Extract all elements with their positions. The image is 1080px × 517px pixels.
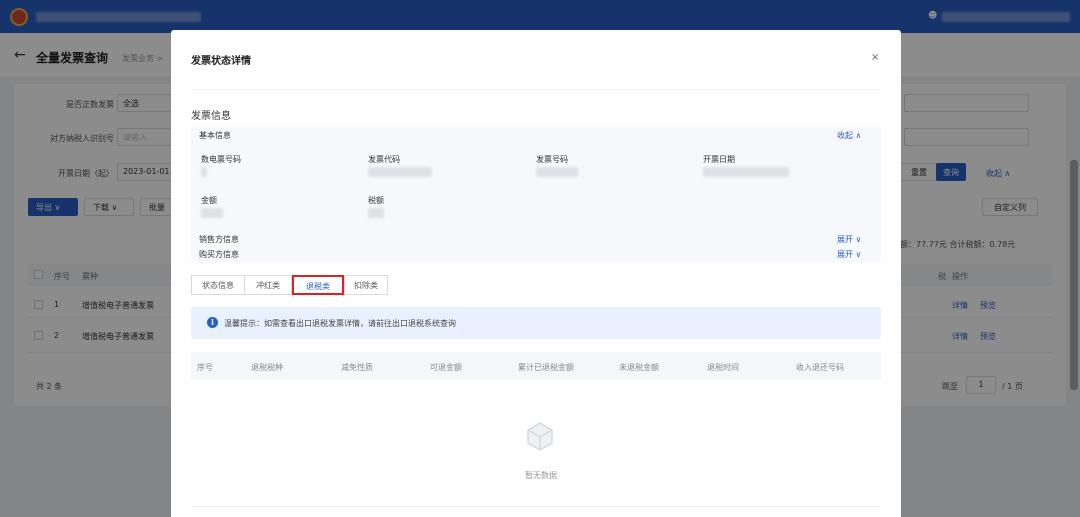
notice-banner: i 温馨提示：如需查看出口退税发票详情，请前往出口退税系统查询 [191, 307, 881, 339]
tab-red-reversal[interactable]: 冲红类 [244, 275, 292, 295]
invoice-info-box: 基本信息 收起 ∧ 数电票号码 发票代码 发票号码 开票日期 金额 税额 销售方… [191, 127, 881, 262]
tab-tax-refund[interactable]: 退税类 [292, 275, 344, 295]
tab-deduction[interactable]: 扣除类 [344, 275, 388, 295]
col-unrefunded-amount: 未退税金额 [619, 363, 659, 372]
dialog-title: 发票状态详情 [191, 56, 251, 67]
field-value-redacted [368, 208, 384, 218]
field-label: 发票号码 [536, 155, 568, 164]
field-value-redacted [368, 167, 432, 177]
empty-box-icon [527, 422, 553, 451]
field-label: 数电票号码 [201, 155, 241, 164]
field-value-redacted [536, 167, 578, 177]
col-refund-tax-type: 退税税种 [251, 363, 283, 372]
col-refundable-amount: 可退金额 [430, 363, 462, 372]
info-icon: i [207, 317, 218, 328]
seller-info-expand-link[interactable]: 展开 ∨ [837, 234, 861, 245]
section-title: 发票信息 [191, 111, 231, 122]
basic-info-label: 基本信息 [199, 131, 231, 140]
tab-status[interactable]: 状态信息 [191, 275, 245, 295]
close-icon[interactable]: × [871, 52, 879, 63]
field-value-redacted [703, 167, 789, 177]
col-receipt-number: 收入退还号码 [796, 363, 844, 372]
col-exemption-nature: 减免性质 [341, 363, 373, 372]
field-value-redacted [201, 167, 207, 177]
basic-info-collapse-link[interactable]: 收起 ∧ [837, 130, 861, 141]
col-refund-time: 退税时间 [707, 363, 739, 372]
field-label: 金额 [201, 196, 217, 205]
divider [191, 89, 881, 90]
field-label: 开票日期 [703, 155, 735, 164]
field-label: 发票代码 [368, 155, 400, 164]
buyer-info-expand-link[interactable]: 展开 ∨ [837, 249, 861, 260]
col-refunded-total: 累计已退税金额 [518, 363, 574, 372]
invoice-status-dialog: 发票状态详情 × 发票信息 基本信息 收起 ∧ 数电票号码 发票代码 发票号码 … [171, 30, 901, 517]
divider [191, 506, 881, 507]
seller-info-label: 销售方信息 [199, 235, 239, 244]
refund-table-header: 序号 退税税种 减免性质 可退金额 累计已退税金额 未退税金额 退税时间 收入退… [191, 352, 881, 380]
col-index: 序号 [197, 363, 213, 372]
field-value-redacted [201, 208, 223, 218]
field-label: 税额 [368, 196, 384, 205]
empty-state-text: 暂无数据 [525, 471, 557, 480]
buyer-info-label: 购买方信息 [199, 250, 239, 259]
notice-text: 温馨提示：如需查看出口退税发票详情，请前往出口退税系统查询 [224, 319, 456, 328]
